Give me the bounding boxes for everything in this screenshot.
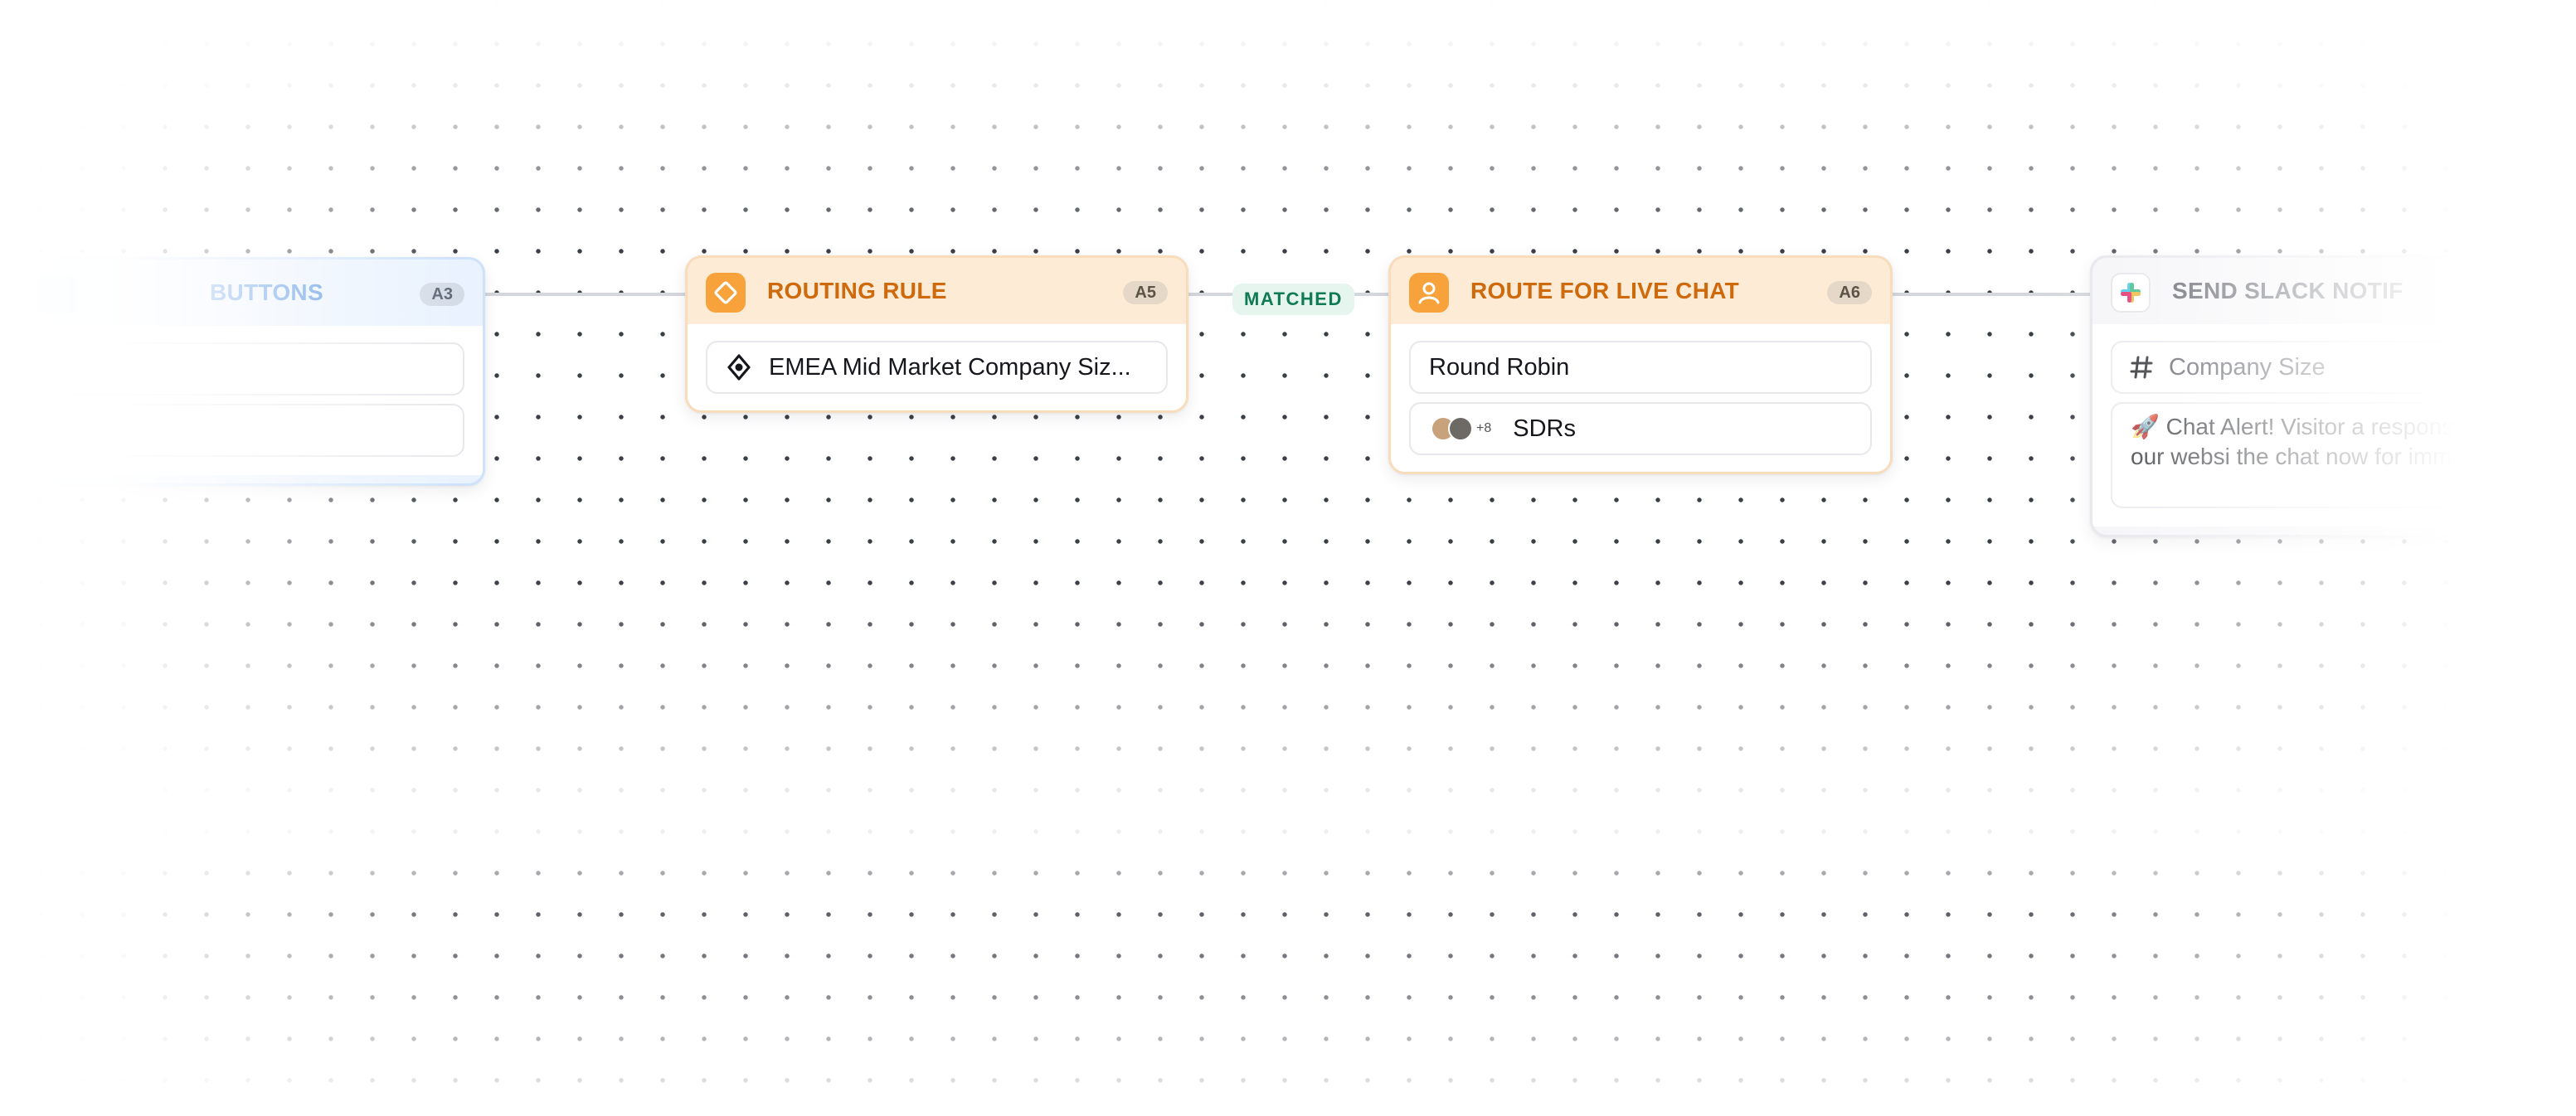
node-id-badge: A6 bbox=[1827, 281, 1872, 304]
node-header: BUTTONS A3 bbox=[19, 260, 483, 326]
node-header: ROUTE FOR LIVE CHAT A6 bbox=[1391, 258, 1890, 324]
hash-icon bbox=[2129, 355, 2154, 380]
node-routing-rule[interactable]: ROUTING RULE A5 EMEA Mid Market Company … bbox=[685, 255, 1188, 413]
node-title: ROUTE FOR LIVE CHAT bbox=[1470, 278, 1740, 303]
slack-message-preview[interactable]: 🚀 Chat Alert! Visitor a response on our … bbox=[2111, 402, 2534, 508]
node-title: SEND SLACK NOTIF bbox=[2172, 278, 2403, 303]
avatar-overflow-count: +8 bbox=[1476, 421, 1492, 435]
node-body: Company Size 🚀 Chat Alert! Visitor a res… bbox=[2092, 324, 2552, 526]
node-header: SEND SLACK NOTIF bbox=[2092, 258, 2552, 324]
node-id-badge: A5 bbox=[1123, 281, 1168, 304]
node-body bbox=[19, 326, 483, 475]
node-route-live-chat[interactable]: ROUTE FOR LIVE CHAT A6 Round Robin +8 SD… bbox=[1388, 255, 1893, 474]
avatar bbox=[1448, 416, 1473, 441]
slack-channel-label: Company Size bbox=[2169, 353, 2326, 381]
team-field[interactable]: +8 SDRs bbox=[1409, 402, 1872, 455]
node-body: EMEA Mid Market Company Siz... bbox=[688, 324, 1186, 410]
node-title: ROUTING RULE bbox=[767, 278, 947, 303]
node-buttons[interactable]: BUTTONS A3 bbox=[17, 257, 485, 486]
team-avatars: +8 bbox=[1431, 416, 1491, 441]
node-title: BUTTONS bbox=[210, 279, 323, 305]
slack-icon bbox=[2111, 273, 2151, 313]
routing-rule-field[interactable]: EMEA Mid Market Company Siz... bbox=[706, 341, 1168, 394]
routing-rule-label: EMEA Mid Market Company Siz... bbox=[769, 353, 1131, 381]
edge-a3-a5 bbox=[485, 293, 688, 296]
slack-channel-field[interactable]: Company Size bbox=[2111, 341, 2534, 394]
user-icon bbox=[1409, 273, 1449, 313]
button-option[interactable] bbox=[37, 342, 464, 395]
canvas-edge-fade bbox=[0, 0, 2576, 1116]
edge-a6-slack bbox=[1893, 293, 2093, 296]
node-header: ROUTING RULE A5 bbox=[688, 258, 1186, 324]
routing-diamond-icon bbox=[706, 273, 746, 313]
routing-method-field[interactable]: Round Robin bbox=[1409, 341, 1872, 394]
branch-diamond-icon bbox=[724, 352, 754, 382]
node-body: Round Robin +8 SDRs bbox=[1391, 324, 1890, 472]
node-send-slack-notification[interactable]: SEND SLACK NOTIF Company Size 🚀 Chat Ale… bbox=[2090, 255, 2554, 537]
routing-method-label: Round Robin bbox=[1429, 353, 1570, 381]
edge-label-matched[interactable]: MATCHED bbox=[1232, 284, 1354, 315]
buttons-icon bbox=[37, 274, 77, 314]
button-option[interactable] bbox=[37, 404, 464, 457]
node-id-badge: A3 bbox=[420, 283, 464, 306]
team-name: SDRs bbox=[1513, 415, 1576, 442]
